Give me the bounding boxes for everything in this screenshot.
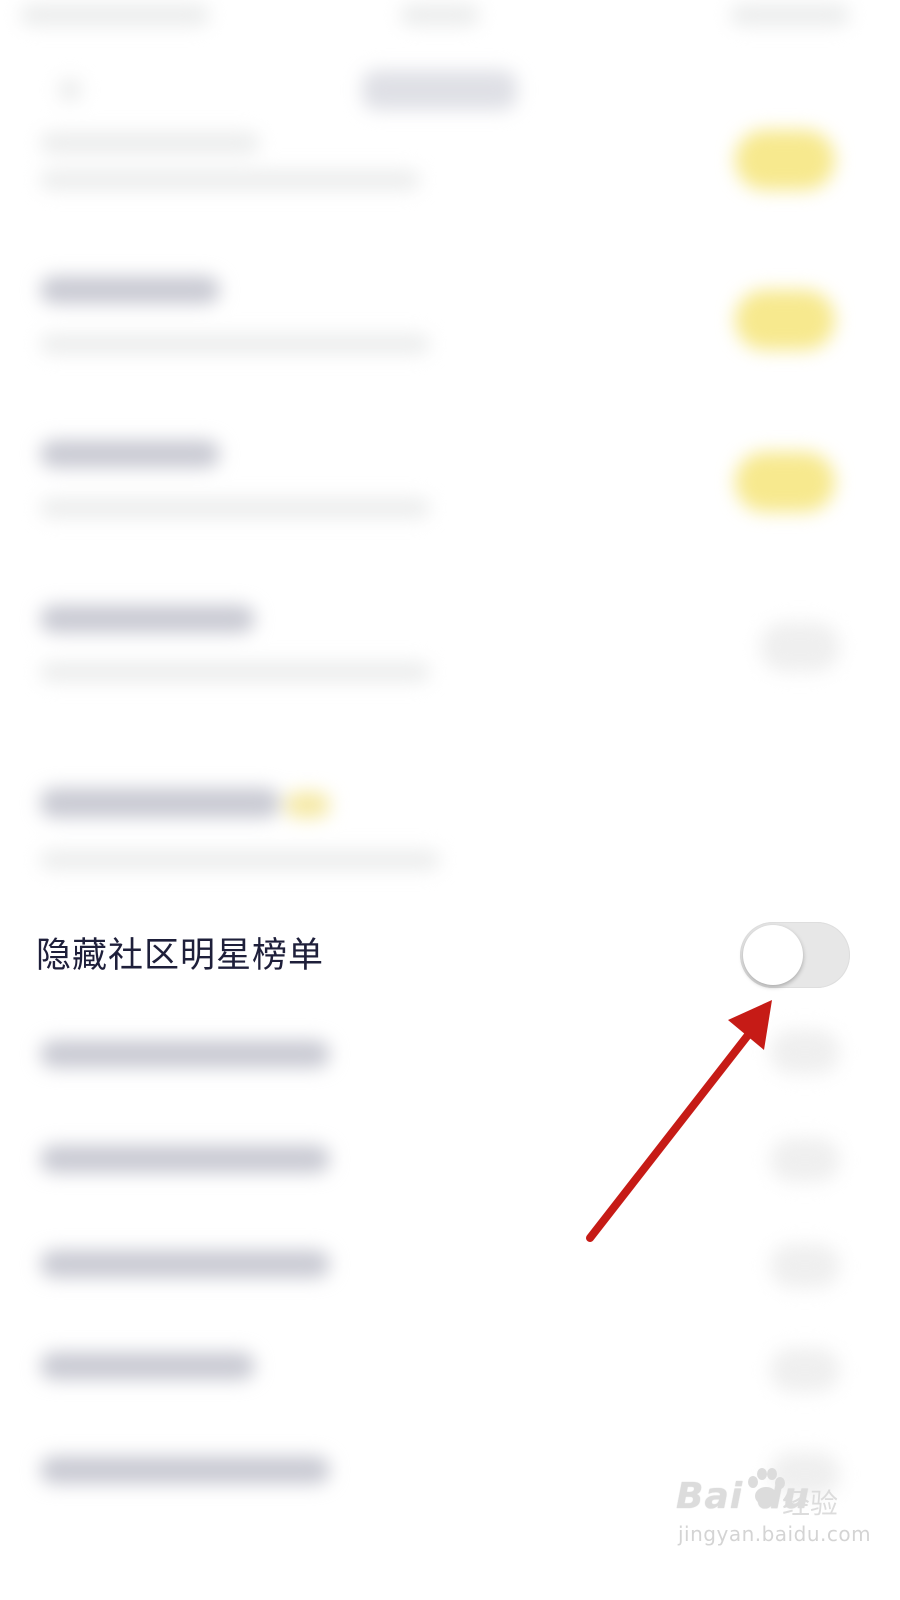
row8-toggle-blur bbox=[770, 1138, 840, 1182]
row3-toggle-blur bbox=[735, 452, 835, 512]
watermark-url: jingyan.baidu.com bbox=[678, 1522, 872, 1546]
setting-row-hide-community-star-list: 隐藏社区明星榜单 bbox=[0, 912, 900, 1002]
row1-toggle-blur bbox=[735, 130, 835, 190]
row2-toggle-blur bbox=[735, 290, 835, 350]
row1-title-blur bbox=[40, 132, 260, 154]
row8-title-blur bbox=[40, 1145, 330, 1173]
row4-desc-blur bbox=[40, 662, 430, 682]
blurred-background bbox=[0, 0, 900, 1600]
row4-title-blur bbox=[40, 605, 255, 633]
setting-row-label: 隐藏社区明星榜单 bbox=[36, 936, 325, 976]
back-icon-blur bbox=[58, 78, 82, 102]
watermark-sub: 经验 bbox=[782, 1487, 839, 1520]
row5-badge-blur bbox=[285, 792, 330, 818]
row5-desc-blur bbox=[40, 850, 440, 870]
baidu-jingyan-watermark: Bai du 经验 jingyan.baidu.com bbox=[676, 1462, 886, 1562]
row2-title-blur bbox=[40, 276, 220, 304]
row4-toggle-blur bbox=[760, 622, 840, 672]
row11-title-blur bbox=[40, 1456, 330, 1484]
row9-toggle-blur bbox=[770, 1244, 840, 1288]
row3-desc-blur bbox=[40, 498, 430, 518]
row5-title-blur bbox=[40, 788, 280, 818]
row10-title-blur bbox=[40, 1352, 255, 1380]
row1-desc-blur bbox=[40, 170, 420, 190]
status-bar-left-blur bbox=[20, 4, 210, 26]
status-bar-center-blur bbox=[400, 4, 480, 26]
row9-title-blur bbox=[40, 1250, 330, 1278]
toggle-knob bbox=[743, 925, 803, 985]
nav-title-blur bbox=[362, 70, 517, 110]
row3-title-blur bbox=[40, 440, 220, 468]
status-bar-right-blur bbox=[730, 4, 850, 26]
hide-community-star-list-toggle[interactable] bbox=[740, 922, 850, 988]
row7-title-blur bbox=[40, 1040, 330, 1068]
row2-desc-blur bbox=[40, 334, 430, 354]
row7-toggle-blur bbox=[770, 1030, 840, 1074]
row10-toggle-blur bbox=[770, 1348, 840, 1392]
